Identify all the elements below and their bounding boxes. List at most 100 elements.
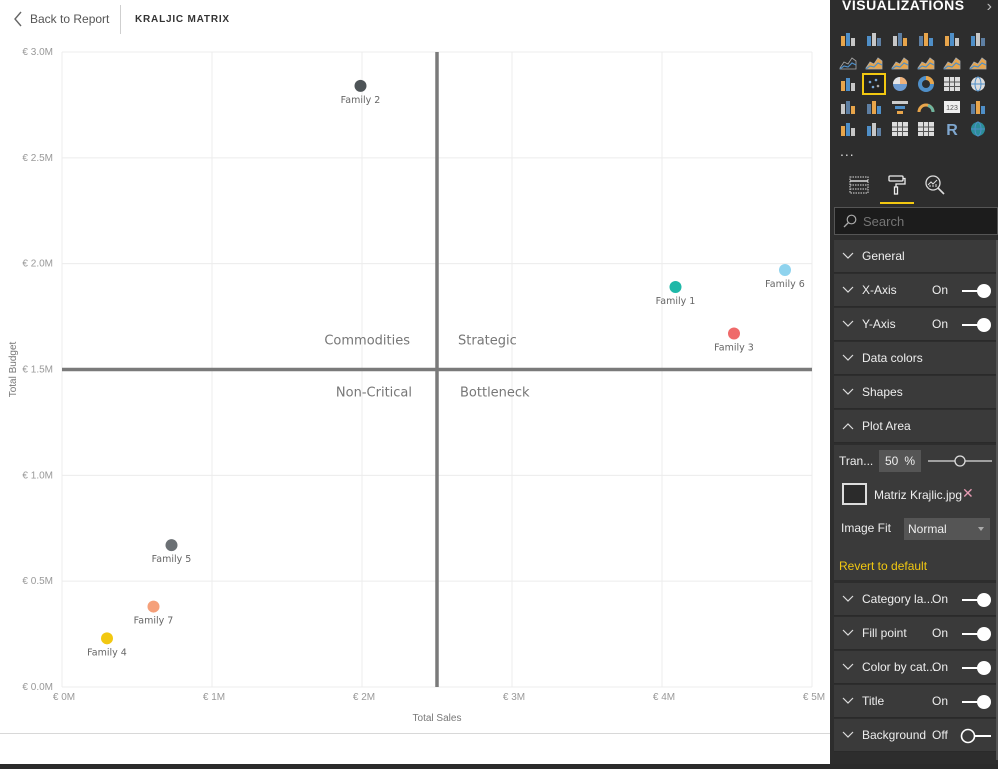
- map-glyph: [971, 76, 985, 92]
- chevron-down-icon: [842, 663, 854, 670]
- toggle-switch-on[interactable]: [960, 626, 992, 642]
- slicer-icon[interactable]: [864, 120, 884, 138]
- data-point[interactable]: Family 2: [341, 79, 381, 106]
- toggle-state: Off: [932, 728, 948, 742]
- fields-icon: [849, 176, 869, 194]
- table-icon[interactable]: [890, 120, 910, 138]
- shape-map-icon[interactable]: [864, 98, 884, 116]
- line-column-icon[interactable]: [916, 53, 936, 71]
- globe-icon[interactable]: [968, 120, 988, 138]
- clustered-bar-icon[interactable]: [890, 30, 910, 48]
- chevron-right-icon[interactable]: ›: [987, 0, 992, 16]
- transparency-input[interactable]: 50 %: [879, 450, 921, 472]
- more-visuals-button[interactable]: ...: [840, 143, 855, 159]
- panel-header: VISUALIZATIONS ›: [830, 0, 998, 24]
- search-input[interactable]: [863, 213, 983, 229]
- quadrant-label-top-left: Commodities: [324, 334, 410, 349]
- gauge-icon[interactable]: [916, 98, 936, 116]
- stacked-column-icon[interactable]: [864, 30, 884, 48]
- 100-stacked-bar-icon[interactable]: [942, 30, 962, 48]
- data-point[interactable]: Family 6: [765, 264, 805, 290]
- section-x-axis[interactable]: X-Axis On: [834, 274, 996, 307]
- quadrant-label-bottom-left: Non-Critical: [336, 386, 412, 401]
- section-title[interactable]: Title On: [834, 685, 996, 718]
- section-fill-point[interactable]: Fill point On: [834, 617, 996, 650]
- quadrant-labels: Commodities Strategic Non-Critical Bottlene…: [324, 334, 530, 401]
- data-point-label: Family 3: [714, 343, 754, 354]
- toggle-state: On: [932, 592, 949, 606]
- donut-chart-icon[interactable]: [916, 75, 936, 93]
- transparency-value: 50: [885, 454, 899, 468]
- transparency-unit: %: [904, 454, 915, 468]
- toggle-switch-on[interactable]: [960, 317, 992, 333]
- filled-map-icon[interactable]: [838, 98, 858, 116]
- map-icon[interactable]: [968, 75, 988, 93]
- format-search[interactable]: [834, 207, 998, 235]
- multi-row-card-icon[interactable]: [968, 98, 988, 116]
- data-point-marker: [779, 264, 791, 277]
- search-icon: [843, 214, 857, 228]
- x-axis-ticks: € 0M € 1M € 2M € 3M € 4M € 5M: [53, 692, 825, 703]
- remove-image-icon[interactable]: ✕: [962, 485, 974, 502]
- data-point-marker: [165, 539, 178, 552]
- section-label: Shapes: [862, 385, 903, 399]
- section-label: Y-Axis: [862, 317, 896, 331]
- data-point-marker: [101, 632, 113, 645]
- ribbon-chart-icon[interactable]: [968, 53, 988, 71]
- section-plot-area[interactable]: Plot Area: [834, 410, 996, 443]
- funnel-icon[interactable]: [890, 98, 910, 116]
- toggle-switch-off[interactable]: [960, 728, 992, 744]
- section-y-axis[interactable]: Y-Axis On: [834, 308, 996, 341]
- quadrant-lines: [62, 52, 812, 687]
- treemap-icon[interactable]: [942, 75, 962, 93]
- toggle-switch-on[interactable]: [960, 283, 992, 299]
- report-canvas: Back to Report KRALJIC MATRIX € 0.0M € 0.…: [0, 0, 830, 769]
- image-file-name: Matriz Krajlic.jpg: [874, 488, 963, 502]
- scatter-chart-icon[interactable]: [862, 73, 886, 95]
- data-point-marker: [147, 600, 160, 613]
- data-point[interactable]: Family 4: [87, 632, 127, 658]
- transparency-slider[interactable]: [928, 454, 992, 468]
- section-shapes[interactable]: Shapes: [834, 376, 996, 409]
- line-clustered-column-icon[interactable]: [942, 53, 962, 71]
- waterfall-icon[interactable]: [838, 75, 858, 93]
- stacked-area-icon[interactable]: [890, 53, 910, 71]
- toggle-switch-on[interactable]: [960, 592, 992, 608]
- section-category-la[interactable]: Category la... On: [834, 583, 996, 616]
- image-fit-dropdown[interactable]: Normal: [904, 518, 990, 540]
- visualization-gallery: 123 R: [838, 30, 994, 143]
- card-glyph: 123: [944, 100, 960, 113]
- stacked-bar-icon[interactable]: [838, 30, 858, 48]
- card-icon[interactable]: 123: [942, 98, 962, 116]
- kpi-icon[interactable]: [838, 120, 858, 138]
- pie-chart-icon[interactable]: [890, 75, 910, 93]
- section-color-by-cat[interactable]: Color by cat... On: [834, 651, 996, 684]
- section-data-colors[interactable]: Data colors: [834, 342, 996, 375]
- fields-tab[interactable]: [848, 174, 874, 200]
- line-chart-icon[interactable]: [838, 53, 858, 71]
- r-visual-icon[interactable]: R: [942, 120, 962, 139]
- toggle-switch-on[interactable]: [960, 660, 992, 676]
- active-tab-indicator: [880, 202, 914, 204]
- data-point[interactable]: Family 3: [714, 327, 754, 354]
- toggle-switch-on[interactable]: [960, 694, 992, 710]
- image-thumbnail[interactable]: [842, 483, 867, 505]
- format-tab[interactable]: [886, 174, 912, 200]
- section-general[interactable]: General: [834, 240, 996, 273]
- data-point-label: Family 5: [152, 554, 192, 565]
- 100-stacked-column-icon[interactable]: [968, 30, 988, 48]
- data-point[interactable]: Family 7: [134, 600, 174, 627]
- matrix-icon[interactable]: [916, 120, 936, 138]
- chevron-down-icon: [842, 731, 854, 738]
- y-axis-ticks: € 0.0M € 0.5M € 1.0M € 1.5M € 2.0M € 2.5M € 3.…: [22, 47, 53, 693]
- power-bi-focus-mode: Back to Report KRALJIC MATRIX € 0.0M € 0.…: [0, 0, 998, 769]
- scatter-chart[interactable]: € 0.0M € 0.5M € 1.0M € 1.5M € 2.0M € 2.5M € 3.…: [0, 0, 830, 735]
- area-chart-icon[interactable]: [864, 53, 884, 71]
- clustered-column-icon[interactable]: [916, 30, 936, 48]
- image-fit-value: Normal: [908, 522, 947, 536]
- analytics-tab[interactable]: [924, 174, 950, 200]
- section-background[interactable]: Background Off: [834, 719, 996, 752]
- globe-glyph: [971, 121, 985, 137]
- data-point[interactable]: Family 5: [152, 539, 192, 565]
- revert-to-default-link[interactable]: Revert to default: [839, 559, 927, 573]
